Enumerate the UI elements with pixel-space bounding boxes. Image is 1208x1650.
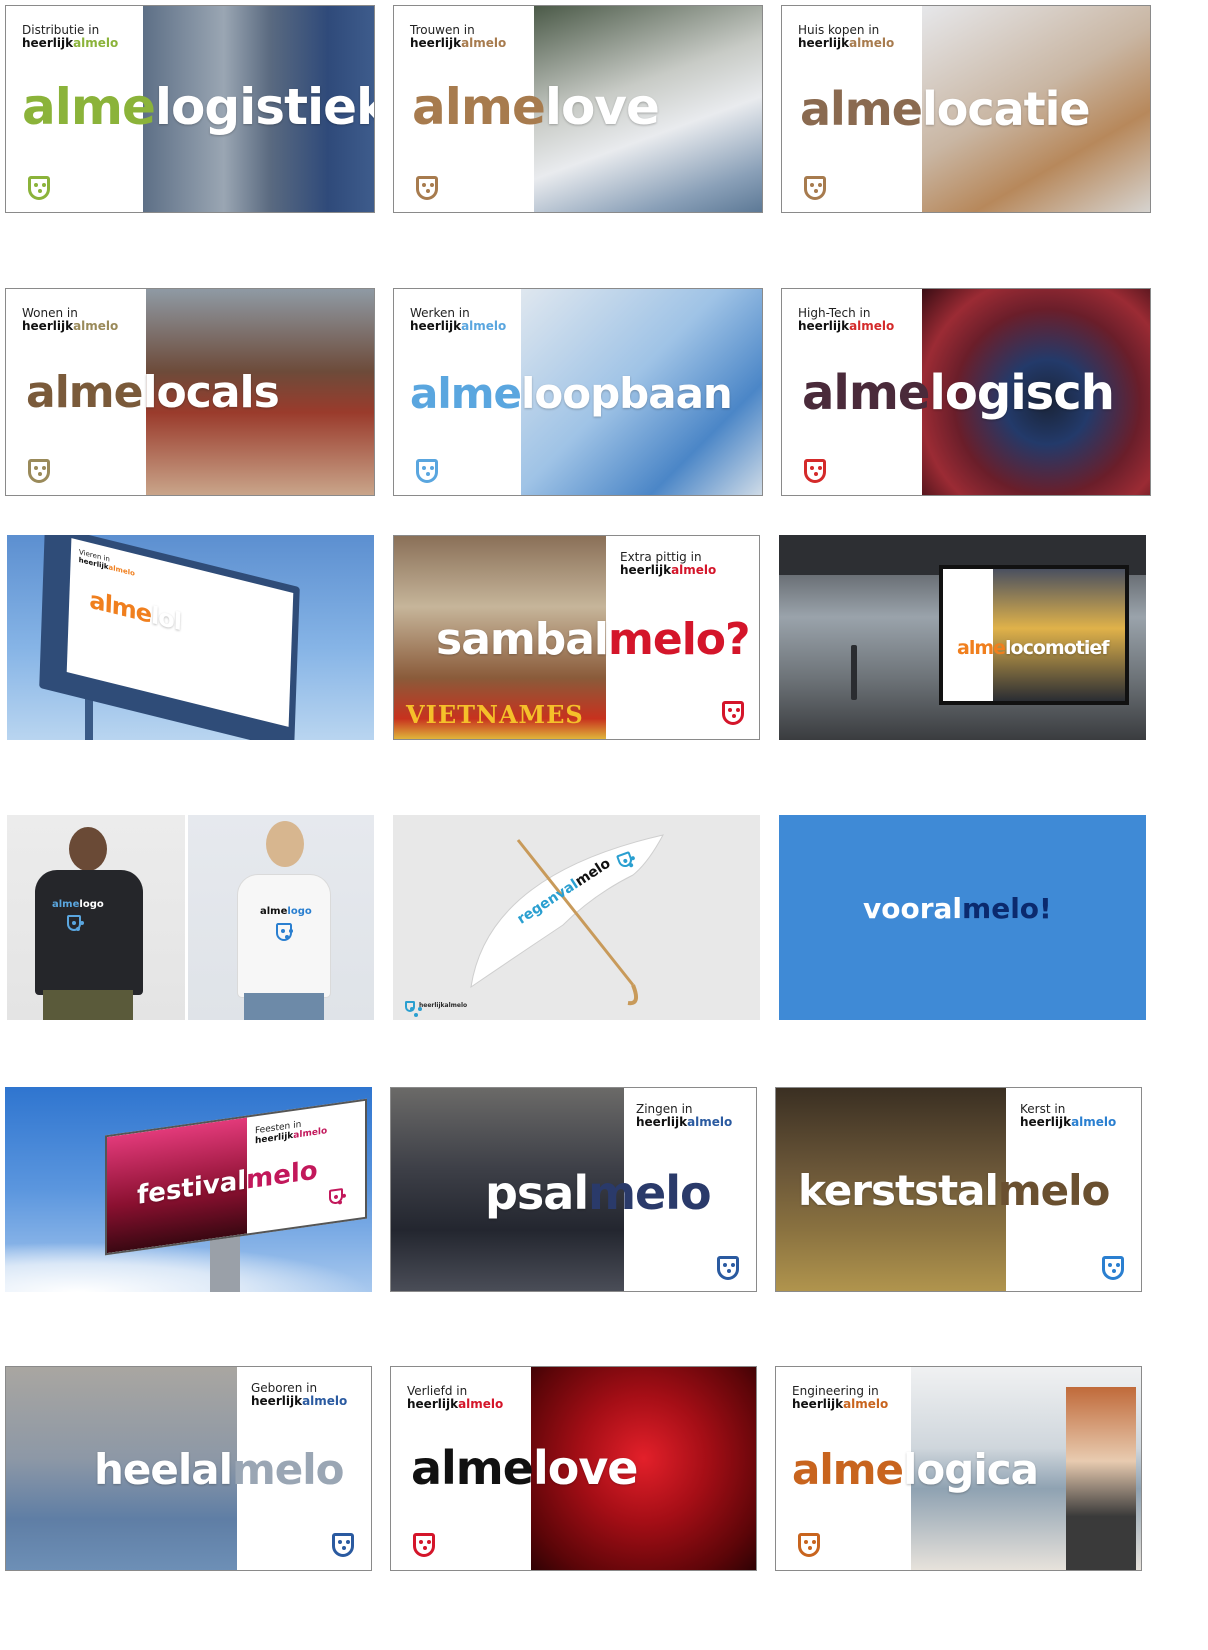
shield-logo-icon: [722, 701, 744, 725]
tile-billboard-festivalmelo: Feesten in heerlijkalmelo festivalmelo: [5, 1087, 372, 1292]
tile-tshirt-dark: almelogo: [7, 815, 185, 1020]
tile-almelocals: Wonen in heerlijkalmelo almelocals: [5, 288, 375, 496]
campaign-word: almelogisch: [802, 365, 1115, 421]
campaign-word: almelove: [412, 78, 660, 136]
tile-almelocatie: Huis kopen in heerlijkalmelo almelocatie: [781, 5, 1151, 213]
tile-line2: heerlijkalmelo: [251, 1394, 348, 1408]
tile-station-almelocomotief: almelocomotief: [779, 535, 1146, 740]
shield-logo-icon: [416, 176, 438, 200]
tile-line2: heerlijkalmelo: [1020, 1115, 1117, 1129]
umbrella-drawing: [470, 834, 664, 1006]
tile-billboard-almelol: Vieren in heerlijkalmelo almelol: [7, 535, 374, 740]
shield-logo-icon: [413, 1533, 435, 1557]
shield-logo-icon: [332, 1533, 354, 1557]
tile-line2: heerlijkalmelo: [407, 1397, 504, 1411]
stall-sign: VIETNAMES: [406, 700, 584, 729]
tile-line2: heerlijkalmelo: [798, 36, 895, 50]
campaign-word: almelocatie: [800, 82, 1091, 136]
shield-logo-icon: [28, 459, 50, 483]
tile-line2: heerlijkalmelo: [22, 319, 119, 333]
shield-logo-icon: [717, 1256, 739, 1280]
tile-line2: heerlijkalmelo: [792, 1397, 889, 1411]
campaign-word: kerststalmelo: [798, 1166, 1110, 1215]
shield-logo-icon: [276, 923, 292, 941]
tile-almelove-wedding: Trouwen in heerlijkalmelo almelove: [393, 5, 763, 213]
tile-almelogisch: High-Tech in heerlijkalmelo almelogisch: [781, 288, 1151, 496]
tile-kerststalmelo: Kerst in heerlijkalmelo kerststalmelo: [775, 1087, 1142, 1292]
campaign-gallery: Distributie in heerlijkalmelo almelogist…: [0, 0, 1208, 1650]
campaign-word: almelove: [411, 1441, 639, 1495]
tile-line2: heerlijkalmelo: [22, 36, 119, 50]
tile-line2: heerlijkalmelo: [410, 319, 507, 333]
footer-shield-icon: [405, 1001, 418, 1017]
campaign-word: almelogistiek: [22, 78, 375, 136]
shield-logo-icon: [28, 176, 50, 200]
campaign-word: sambalmelo?: [436, 614, 751, 665]
tile-line2: heerlijkalmelo: [410, 36, 507, 50]
tile-line2: heerlijkalmelo: [798, 319, 895, 333]
shield-logo-icon: [798, 1533, 820, 1557]
shield-logo-icon: [804, 459, 826, 483]
campaign-word: almelocals: [26, 367, 280, 418]
shield-logo-icon: [804, 176, 826, 200]
dark-tshirt: [35, 870, 143, 995]
campaign-word: almelogica: [792, 1445, 1039, 1494]
shield-logo-icon: [67, 915, 81, 931]
tile-almeloopbaan: Werken in heerlijkalmelo almeloopbaan: [393, 288, 763, 496]
tile-almelogica: Engineering in heerlijkalmelo almelogica: [775, 1366, 1142, 1571]
tile-almelogistiek: Distributie in heerlijkalmelo almelogist…: [5, 5, 375, 213]
tile-line2: heerlijkalmelo: [620, 563, 717, 577]
billboard-panel: Feesten in heerlijkalmelo festivalmelo: [105, 1098, 367, 1256]
station-screen: almelocomotief: [939, 565, 1129, 705]
tile-line2: heerlijkalmelo: [636, 1115, 733, 1129]
tile-heelalmelo: Geboren in heerlijkalmelo heelalmelo: [5, 1366, 372, 1571]
tile-sambalmelo: VIETNAMES Extra pittig in heerlijkalmelo…: [393, 535, 760, 740]
shield-logo-icon: [1102, 1256, 1124, 1280]
campaign-word: almeloopbaan: [410, 369, 733, 418]
campaign-word: vooralmelo!: [863, 892, 1052, 925]
tile-almelove-rose: Verliefd in heerlijkalmelo almelove: [390, 1366, 757, 1571]
campaign-word: heelalmelo: [94, 1445, 345, 1494]
shield-logo-icon: [416, 459, 438, 483]
tile-psalmelo: Zingen in heerlijkalmelo psalmelo: [390, 1087, 757, 1292]
tile-tshirt-white: almelogo: [188, 815, 374, 1020]
footer-brand: heerlijkalmelo: [419, 1002, 468, 1009]
campaign-word: psalmelo: [485, 1166, 712, 1220]
tile-umbrella-regenvalmelo: regenvalmelo heerlijkalmelo: [393, 815, 760, 1020]
tile-vooralmelo: vooralmelo!: [779, 815, 1146, 1020]
